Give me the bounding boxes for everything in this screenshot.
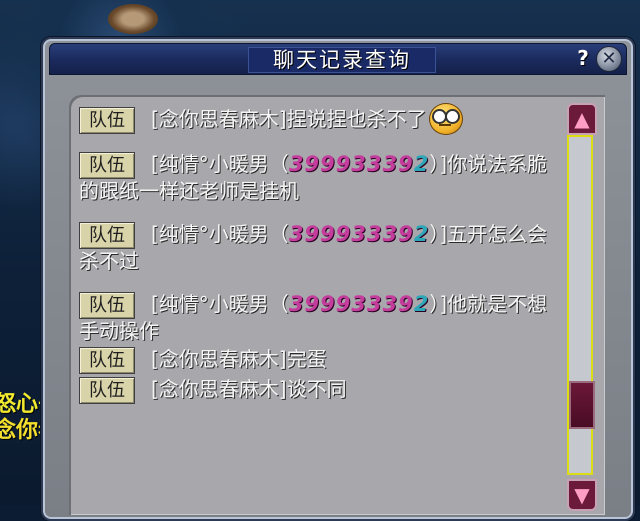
chat-message: 队伍 [念你思春麻木]完蛋 <box>79 347 561 374</box>
message-text: [念你思春麻木]谈不同 <box>151 377 347 401</box>
channel-tag-team[interactable]: 队伍 <box>79 107 135 134</box>
vertical-scrollbar[interactable]: ▲ ▼ <box>567 103 597 511</box>
message-text: [念你思春麻木]完蛋 <box>151 347 327 371</box>
player-id-last-digit: 2 <box>413 222 430 246</box>
player-id-number: 399933392 <box>289 222 430 246</box>
titlebar: 聊天记录查询 ? ✕ <box>49 43 627 75</box>
player-id-digits: 39993339 <box>288 222 414 246</box>
chat-message: 队伍 [纯情°小暖男（399933392）]他就是不想手动操作 <box>79 292 561 344</box>
message-list: 队伍 [念你思春麻木]捏说捏也杀不了 队伍 [纯情°小暖男（399933392）]你… <box>79 102 561 404</box>
player-id-digits: 39993339 <box>288 292 414 316</box>
message-sender-prefix: [纯情°小暖男（ <box>151 152 289 176</box>
scroll-thumb[interactable] <box>569 381 595 429</box>
chat-log-panel: 队伍 [念你思春麻木]捏说捏也杀不了 队伍 [纯情°小暖男（399933392）]你… <box>69 95 605 515</box>
chat-message: 队伍 [纯情°小暖男（399933392）]五开怎么会杀不过 <box>79 222 561 274</box>
scroll-track[interactable] <box>567 135 595 475</box>
player-id-number: 399933392 <box>289 292 430 316</box>
glasses-face-emoticon-icon <box>428 102 463 135</box>
background-text-line: 念你春 <box>0 418 42 443</box>
player-id-digits: 39993339 <box>288 152 414 176</box>
player-id-last-digit: 2 <box>413 292 430 316</box>
tree-stump-decoration <box>108 4 158 34</box>
close-button[interactable]: ✕ <box>596 46 622 72</box>
channel-tag-team[interactable]: 队伍 <box>79 347 135 374</box>
channel-tag-team[interactable]: 队伍 <box>79 377 135 404</box>
player-id-number: 399933392 <box>289 152 430 176</box>
background-chat-text: 怒心书 念你春 <box>0 392 42 444</box>
channel-tag-team[interactable]: 队伍 <box>79 222 135 249</box>
message-sender-prefix: [纯情°小暖男（ <box>151 222 289 246</box>
chat-history-window: 聊天记录查询 ? ✕ 队伍 [念你思春麻木]捏说捏也杀不了 队伍 [纯情°小暖男（3… <box>41 37 635 521</box>
window-title: 聊天记录查询 <box>248 47 436 73</box>
help-button[interactable]: ? <box>572 47 594 69</box>
channel-tag-team[interactable]: 队伍 <box>79 292 135 319</box>
chat-message: 队伍 [念你思春麻木]谈不同 <box>79 377 561 404</box>
scroll-down-button[interactable]: ▼ <box>567 479 597 511</box>
chat-message: 队伍 [纯情°小暖男（399933392）]你说法系脆的跟纸一样还老师是挂机 <box>79 152 561 204</box>
channel-tag-team[interactable]: 队伍 <box>79 152 135 179</box>
player-id-last-digit: 2 <box>413 152 430 176</box>
chat-message: 队伍 [念你思春麻木]捏说捏也杀不了 <box>79 102 561 135</box>
background-text-line: 怒心书 <box>0 392 42 417</box>
message-sender-prefix: [纯情°小暖男（ <box>151 292 289 316</box>
scroll-up-button[interactable]: ▲ <box>567 103 597 135</box>
message-text: [念你思春麻木]捏说捏也杀不了 <box>151 107 427 131</box>
